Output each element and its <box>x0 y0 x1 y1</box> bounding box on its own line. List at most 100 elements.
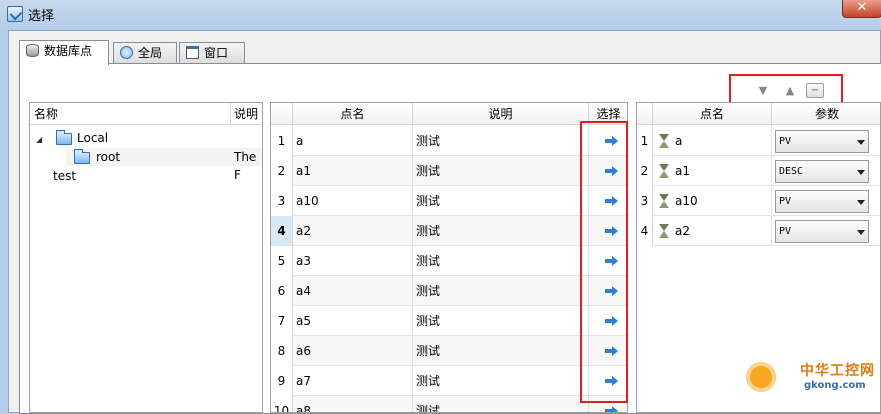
selected-header: 点名 参数 <box>637 103 880 125</box>
database-icon <box>26 44 39 57</box>
selected-col-rownum <box>637 103 653 125</box>
row-number: 8 <box>271 336 293 366</box>
row-number: 1 <box>637 126 653 156</box>
tree-node-local[interactable]: ◢ Local <box>36 129 236 147</box>
row-number: 7 <box>271 306 293 336</box>
param-select[interactable]: PV <box>775 190 869 213</box>
arrow-right-icon[interactable] <box>605 406 619 412</box>
tree-node-label: test <box>53 169 77 183</box>
select-column-highlight <box>580 121 628 403</box>
globe-icon <box>120 46 133 59</box>
tree-col-name[interactable]: 名称 <box>30 103 231 125</box>
point-name-cell: a5 <box>293 306 413 336</box>
selected-row[interactable]: 1 a PV <box>637 126 880 156</box>
dialog-window: 选择 ✕ 数据库点 全局 窗口 ▼ ▲ − 名称 说明 ◢ Local root… <box>0 0 881 414</box>
table-row[interactable]: 8 a6 测试 <box>271 336 627 366</box>
window-icon <box>186 46 199 59</box>
param-select[interactable]: PV <box>775 130 869 153</box>
param-cell: PV <box>772 126 880 156</box>
app-icon <box>7 6 23 22</box>
param-cell: PV <box>772 186 880 216</box>
row-number: 10 <box>271 396 293 412</box>
selected-name: a <box>675 134 683 148</box>
row-number: 3 <box>637 186 653 216</box>
param-select[interactable]: DESC <box>775 160 869 183</box>
selected-row[interactable]: 2 a1 DESC <box>637 156 880 186</box>
selected-col-param[interactable]: 参数 <box>772 103 880 125</box>
table-row[interactable]: 1 a 测试 <box>271 126 627 156</box>
point-desc-cell: 测试 <box>413 186 589 216</box>
row-number: 4 <box>637 216 653 246</box>
param-select[interactable]: PV <box>775 220 869 243</box>
table-row[interactable]: 4 a2 测试 <box>271 216 627 246</box>
row-number: 2 <box>637 156 653 186</box>
point-desc-cell: 测试 <box>413 336 589 366</box>
move-down-button[interactable]: ▼ <box>755 84 771 98</box>
point-desc-cell: 测试 <box>413 126 589 156</box>
row-number: 4 <box>271 216 293 246</box>
table-row[interactable]: 10 a8 测试 <box>271 396 627 412</box>
dropdown-arrow-icon <box>857 200 865 205</box>
point-desc-cell: 测试 <box>413 396 589 412</box>
tree-node-label: root <box>96 150 121 164</box>
title-bar: 选择 ✕ <box>0 0 881 27</box>
table-row[interactable]: 9 a7 测试 <box>271 366 627 396</box>
points-header: 点名 说明 选择 <box>271 103 627 125</box>
remove-button[interactable]: − <box>806 83 824 98</box>
watermark-logo: 中华工控网 gkong.com <box>746 358 881 413</box>
selected-name-cell: a2 <box>653 216 772 246</box>
hourglass-icon <box>659 134 670 148</box>
selected-name-cell: a10 <box>653 186 772 216</box>
row-number: 9 <box>271 366 293 396</box>
point-desc-cell: 测试 <box>413 306 589 336</box>
tab-window[interactable]: 窗口 <box>179 42 245 64</box>
param-cell: DESC <box>772 156 880 186</box>
point-name-cell: a <box>293 126 413 156</box>
tree-node-root[interactable]: root The F <box>66 148 262 182</box>
hourglass-icon <box>659 194 670 208</box>
selected-col-name[interactable]: 点名 <box>653 103 772 125</box>
tree-node-desc: The F <box>234 150 257 182</box>
tree-col-desc[interactable]: 说明 <box>231 103 262 125</box>
row-number: 2 <box>271 156 293 186</box>
tree-header: 名称 说明 <box>30 103 262 125</box>
tree-panel: 名称 说明 ◢ Local root The F test <box>29 102 263 413</box>
table-row[interactable]: 6 a4 测试 <box>271 276 627 306</box>
hourglass-icon <box>659 164 670 178</box>
watermark-brand: 中华工控网 <box>800 363 875 379</box>
point-desc-cell: 测试 <box>413 216 589 246</box>
points-col-desc[interactable]: 说明 <box>413 103 589 125</box>
param-value: DESC <box>779 166 804 177</box>
move-up-button[interactable]: ▲ <box>782 84 798 98</box>
row-number: 6 <box>271 276 293 306</box>
point-desc-cell: 测试 <box>413 276 589 306</box>
table-row[interactable]: 5 a3 测试 <box>271 246 627 276</box>
point-name-cell: a8 <box>293 396 413 412</box>
tab-global[interactable]: 全局 <box>113 42 177 64</box>
window-title: 选择 <box>28 9 55 24</box>
dropdown-arrow-icon <box>857 170 865 175</box>
table-row[interactable]: 2 a1 测试 <box>271 156 627 186</box>
folder-icon <box>56 130 72 145</box>
selected-row[interactable]: 4 a2 PV <box>637 216 880 246</box>
tree-node-test[interactable]: test <box>53 167 153 185</box>
table-row[interactable]: 7 a5 测试 <box>271 306 627 336</box>
points-col-name[interactable]: 点名 <box>293 103 413 125</box>
dropdown-arrow-icon <box>857 230 865 235</box>
param-value: PV <box>779 226 792 237</box>
hourglass-icon <box>659 224 670 238</box>
table-row[interactable]: 3 a10 测试 <box>271 186 627 216</box>
selected-row[interactable]: 3 a10 PV <box>637 186 880 216</box>
point-name-cell: a6 <box>293 336 413 366</box>
gear-logo-icon <box>746 362 776 392</box>
row-number: 5 <box>271 246 293 276</box>
expander-icon[interactable]: ◢ <box>36 135 42 144</box>
close-button[interactable]: ✕ <box>842 0 881 18</box>
selected-name: a2 <box>675 224 690 238</box>
param-cell: PV <box>772 216 880 246</box>
points-col-rownum <box>271 103 293 125</box>
tab-database-points[interactable]: 数据库点 <box>19 40 109 65</box>
point-name-cell: a2 <box>293 216 413 246</box>
tab-label: 窗口 <box>204 46 229 60</box>
param-value: PV <box>779 136 792 147</box>
